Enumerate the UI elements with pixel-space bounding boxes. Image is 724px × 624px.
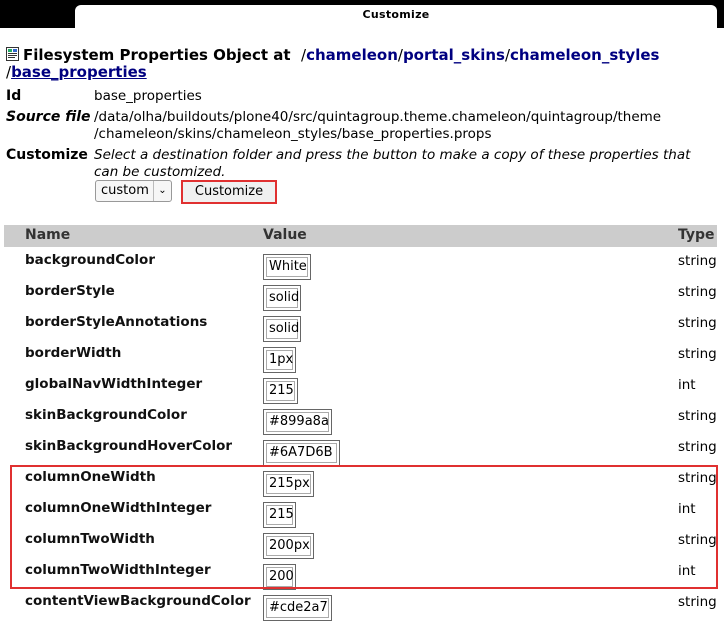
- property-type: string: [678, 253, 717, 269]
- property-value-field[interactable]: #cde2a7: [263, 595, 332, 621]
- property-value: White: [266, 257, 308, 277]
- id-label: Id: [6, 88, 22, 104]
- property-name: contentViewBackgroundColor: [25, 593, 251, 609]
- property-value: solid: [266, 288, 299, 308]
- property-name: skinBackgroundColor: [25, 407, 187, 423]
- breadcrumb-chameleon[interactable]: chameleon: [306, 46, 398, 64]
- property-type: string: [678, 408, 717, 424]
- source-file-label: Source file: [6, 109, 91, 125]
- destination-folder-select[interactable]: custom ⌄: [95, 180, 172, 202]
- property-value-field[interactable]: solid: [263, 285, 301, 311]
- property-value-field[interactable]: 215: [263, 378, 298, 404]
- property-value-field[interactable]: White: [263, 254, 311, 280]
- source-file-path: /data/olha/buildouts/plone40/src/quintag…: [94, 109, 661, 143]
- table-row: borderStyle solid string: [0, 283, 724, 314]
- property-value: #899a8a: [266, 412, 329, 432]
- customize-button[interactable]: Customize: [181, 180, 277, 204]
- property-name: globalNavWidthInteger: [25, 376, 203, 392]
- source-file-line-2: /chameleon/skins/chameleon_styles/base_p…: [94, 126, 492, 142]
- breadcrumb-base-properties[interactable]: base_properties: [11, 63, 147, 81]
- property-name: borderStyleAnnotations: [25, 314, 208, 330]
- property-type: int: [678, 377, 696, 393]
- customize-help: Select a destination folder and press th…: [94, 147, 691, 180]
- property-value: 215: [266, 381, 295, 401]
- column-header-type: Type: [678, 227, 715, 243]
- breadcrumb-portal-skins[interactable]: portal_skins: [403, 46, 505, 64]
- destination-folder-value: custom: [101, 183, 149, 198]
- property-name: skinBackgroundHoverColor: [25, 438, 233, 454]
- property-type: string: [678, 284, 717, 300]
- title-prefix: Filesystem Properties Object at: [23, 46, 291, 64]
- page-title: Filesystem Properties Object at /chamele…: [6, 46, 660, 81]
- property-value-field[interactable]: #6A7D6B: [263, 440, 340, 466]
- property-value-field[interactable]: solid: [263, 316, 301, 342]
- property-name: borderWidth: [25, 345, 122, 361]
- tab-customize[interactable]: Customize: [75, 5, 717, 28]
- property-value-field[interactable]: #899a8a: [263, 409, 332, 435]
- top-bar: Customize: [0, 0, 724, 28]
- property-value: #cde2a7: [266, 598, 329, 618]
- property-value: solid: [266, 319, 299, 339]
- table-row: skinBackgroundColor #899a8a string: [0, 407, 724, 438]
- table-row: contentViewBackgroundColor #cde2a7 string: [0, 593, 724, 624]
- column-header-value: Value: [263, 227, 307, 243]
- property-value: #6A7D6B: [266, 443, 337, 463]
- property-type: string: [678, 346, 717, 362]
- column-header-name: Name: [25, 227, 71, 243]
- property-type: string: [678, 594, 717, 610]
- property-name: borderStyle: [25, 283, 115, 299]
- breadcrumb-chameleon-styles[interactable]: chameleon_styles: [510, 46, 659, 64]
- property-type: string: [678, 439, 717, 455]
- customize-label: Customize: [6, 147, 88, 163]
- table-row: backgroundColor White string: [0, 252, 724, 283]
- property-value: 1px: [266, 350, 293, 370]
- table-row: borderWidth 1px string: [0, 345, 724, 376]
- property-name: backgroundColor: [25, 252, 155, 268]
- table-row: borderStyleAnnotations solid string: [0, 314, 724, 345]
- property-value-field[interactable]: 1px: [263, 347, 296, 373]
- property-type: string: [678, 315, 717, 331]
- properties-table-header: Name Value Type: [4, 225, 717, 247]
- properties-object-icon: [6, 47, 19, 61]
- table-row: globalNavWidthInteger 215 int: [0, 376, 724, 407]
- source-file-line-1: /data/olha/buildouts/plone40/src/quintag…: [94, 109, 662, 125]
- chevron-down-icon: ⌄: [153, 181, 171, 201]
- id-value: base_properties: [94, 88, 202, 104]
- column-widths-highlight: [10, 465, 718, 589]
